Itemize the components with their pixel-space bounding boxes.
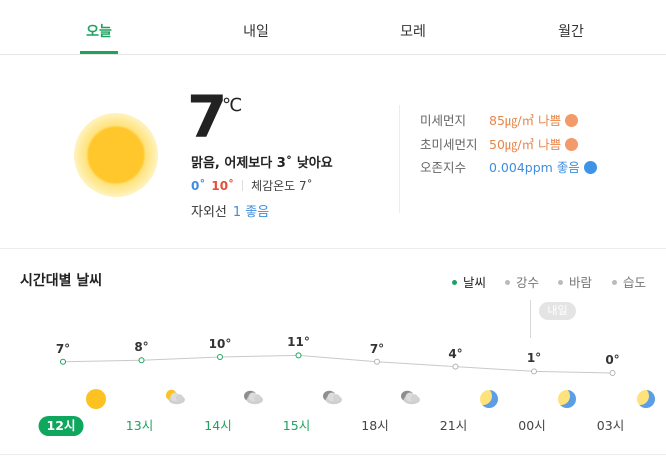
divider [242,180,244,191]
hour-label: 14시 [204,418,232,433]
min-temperature: 0˚ [191,179,206,193]
hour-label: 15시 [282,418,311,433]
temperature-point [374,358,380,365]
air-item-ozone[interactable]: 오존지수 0.004ppm 좋음 [420,157,597,176]
divider [399,105,400,213]
uv-index: 자외선 1 좋음 [191,201,269,220]
temperature-point [452,363,459,370]
current-weather-panel: 7 ℃ 맑음, 어제보다 3˚ 낮아요 0˚ 10˚ 체감온도 7˚ 자외선 1 좋음… [0,55,666,249]
temperature-point [217,354,223,360]
hour-label: 12시 [38,416,84,436]
hourly-temperature: 4° [448,346,463,361]
hourly-title: 시간대별 날씨 [20,273,103,289]
weather-summary: 맑음, 어제보다 3˚ 낮아요 [191,156,333,171]
moon-icon [478,388,500,410]
current-temperature: 7 [187,83,227,151]
air-label: 초미세먼지 [420,137,478,152]
hourly-temperature: 7° [369,341,385,356]
max-temperature: 10˚ [211,179,235,193]
temperature-graph [60,352,616,376]
active-tab-indicator [80,51,118,54]
cloudy-icon [240,388,266,410]
legend-humidity[interactable]: 습도 [612,272,646,291]
sun-icon [85,388,107,410]
dot-icon [558,280,563,285]
tab-monthly[interactable]: 월간 [558,0,584,54]
cloudy-icon [319,388,345,410]
air-value: 85㎍/㎥ 나쁨 [489,110,579,129]
uv-label: 자외선 [191,205,227,220]
air-label: 미세먼지 [420,113,467,128]
legend-wind[interactable]: 바람 [558,272,592,291]
moon-icon [635,388,657,410]
good-face-icon [583,161,597,174]
divider [0,454,666,455]
hour-label: 13시 [125,418,154,433]
sun-icon [74,113,158,197]
dot-icon [612,280,617,285]
air-item-ultrafine-dust[interactable]: 초미세먼지 50㎍/㎥ 나쁨 [420,134,579,153]
legend-precipitation[interactable]: 강수 [505,272,539,291]
feels-like: 체감온도 7˚ [251,179,313,193]
temperature-point [138,357,145,364]
temperature-point [531,368,537,375]
hourly-temperature: 11° [287,335,310,350]
tomorrow-badge: 내일 [539,302,576,320]
hourly-temperature: 0° [605,353,620,367]
moon-icon [556,388,578,410]
hourly-temperature: 10° [208,337,232,351]
bad-face-icon [565,138,579,151]
temperature-unit: ℃ [222,95,243,116]
hour-label: 18시 [361,418,389,433]
hour-label: 03시 [596,418,625,433]
min-max-temperature: 0˚ 10˚ 체감온도 7˚ [191,177,313,194]
air-value: 0.004ppm 좋음 [489,157,597,176]
hour-label: 00시 [518,418,546,433]
air-value: 50㎍/㎥ 나쁨 [489,134,579,153]
partly-cloudy-icon [162,388,188,410]
temperature-point [295,352,302,359]
hourly-temperature: 7° [55,341,71,356]
hour-label: 21시 [439,418,468,433]
hourly-temperature: 1° [526,351,542,366]
bad-face-icon [565,114,579,127]
uv-value: 1 좋음 [232,205,270,220]
tab-tomorrow[interactable]: 내일 [243,0,269,54]
tab-today[interactable]: 오늘 [86,0,112,54]
cloudy-icon [397,388,423,410]
dot-icon [452,280,457,285]
hourly-temperature: 8° [134,340,149,355]
tab-day-after-tomorrow[interactable]: 모레 [400,0,426,54]
air-item-fine-dust[interactable]: 미세먼지 85㎍/㎥ 나쁨 [420,110,579,129]
forecast-tabs: 오늘 내일 모레 월간 [0,0,666,55]
temperature-point [60,358,66,365]
air-label: 오존지수 [420,160,467,175]
legend-weather[interactable]: 날씨 [452,272,486,291]
temperature-point [609,370,616,376]
dot-icon [505,280,510,285]
